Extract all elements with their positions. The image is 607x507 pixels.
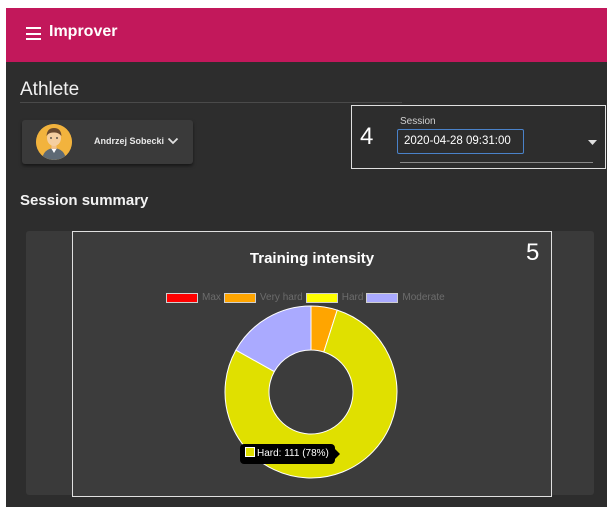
annotation-marker-4: 4 (360, 123, 374, 150)
tooltip-swatch (245, 447, 255, 457)
chart-tooltip: Hard: 111 (78%) (240, 444, 340, 464)
app-window: Improver Athlete Andrzej Sobecki 4 Sessi… (6, 8, 607, 507)
athlete-selector[interactable]: Andrzej Sobecki (22, 120, 193, 164)
session-label: Session (400, 116, 436, 127)
tooltip-text: Hard: 111 (78%) (257, 448, 329, 459)
session-select[interactable]: 2020-04-28 09:31:00 (397, 129, 524, 154)
session-summary-title: Session summary (20, 192, 149, 209)
select-underline (400, 162, 593, 163)
dropdown-arrow-icon[interactable] (588, 140, 597, 145)
athlete-section-title: Athlete (20, 79, 80, 100)
menu-icon[interactable] (26, 27, 41, 40)
training-intensity-chart: 5 Training intensity Max Very hard Hard Mod… (72, 231, 552, 497)
athlete-name: Andrzej Sobecki (94, 136, 165, 146)
session-selector: 4 Session 2020-04-28 09:31:00 (351, 105, 606, 169)
top-app-bar: Improver (6, 8, 607, 62)
avatar (36, 124, 72, 160)
chevron-down-icon (167, 137, 179, 145)
app-title: Improver (49, 23, 118, 40)
section-divider (20, 102, 402, 103)
